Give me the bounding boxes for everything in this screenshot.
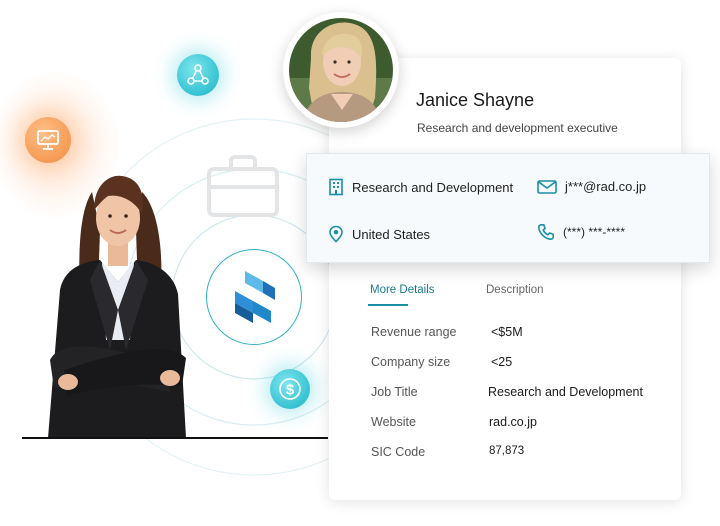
profile-name: Janice Shayne — [416, 90, 535, 110]
tab-description[interactable]: Description — [486, 284, 544, 296]
detail-value: Research and Development — [488, 385, 643, 399]
phone-text: (***) ***-**** — [563, 225, 626, 239]
phone-icon — [538, 224, 554, 240]
detail-value: 87,873 — [489, 445, 525, 457]
detail-label: SIC Code — [371, 445, 426, 459]
detail-row: Revenue range <$5M — [371, 325, 671, 345]
svg-text:$: $ — [286, 382, 295, 399]
network-icon — [177, 54, 219, 96]
brand-logo — [206, 249, 302, 345]
detail-label: Job Title — [371, 385, 418, 399]
detail-row: Company size <25 — [371, 355, 671, 375]
dollar-icon: $ — [270, 369, 310, 409]
professional-woman-illustration — [48, 175, 186, 438]
avatar — [283, 12, 399, 128]
detail-row: Job Title Research and Development — [371, 385, 671, 405]
monitor-icon — [25, 117, 71, 163]
ground-line — [22, 437, 328, 439]
detail-value: <25 — [491, 355, 513, 369]
avatar-photo — [289, 18, 393, 122]
contact-department: Research and Development — [328, 178, 513, 196]
location-pin-icon — [329, 225, 343, 243]
detail-row: SIC Code 87,873 — [371, 445, 671, 465]
briefcase-icon — [207, 155, 279, 217]
detail-row: Website rad.co.jp — [371, 415, 671, 435]
website-link[interactable]: rad.co.jp — [489, 415, 537, 429]
contact-location: United States — [328, 225, 430, 243]
building-icon — [329, 178, 343, 196]
tab-more-details[interactable]: More Details — [368, 284, 435, 306]
detail-label: Revenue range — [371, 325, 457, 339]
department-text: Research and Development — [352, 179, 514, 195]
email-icon — [537, 179, 557, 194]
email-text: j***@rad.co.jp — [565, 179, 647, 194]
location-text: United States — [352, 226, 431, 242]
detail-value: <$5M — [491, 325, 523, 339]
profile-title: Research and development executive — [417, 121, 618, 135]
detail-label: Company size — [371, 355, 451, 369]
detail-label: Website — [371, 415, 416, 429]
contact-email[interactable]: j***@rad.co.jp — [537, 179, 646, 194]
contact-phone[interactable]: (***) ***-**** — [537, 223, 625, 241]
contact-panel: Research and Development j***@rad.co.jp … — [306, 153, 710, 263]
